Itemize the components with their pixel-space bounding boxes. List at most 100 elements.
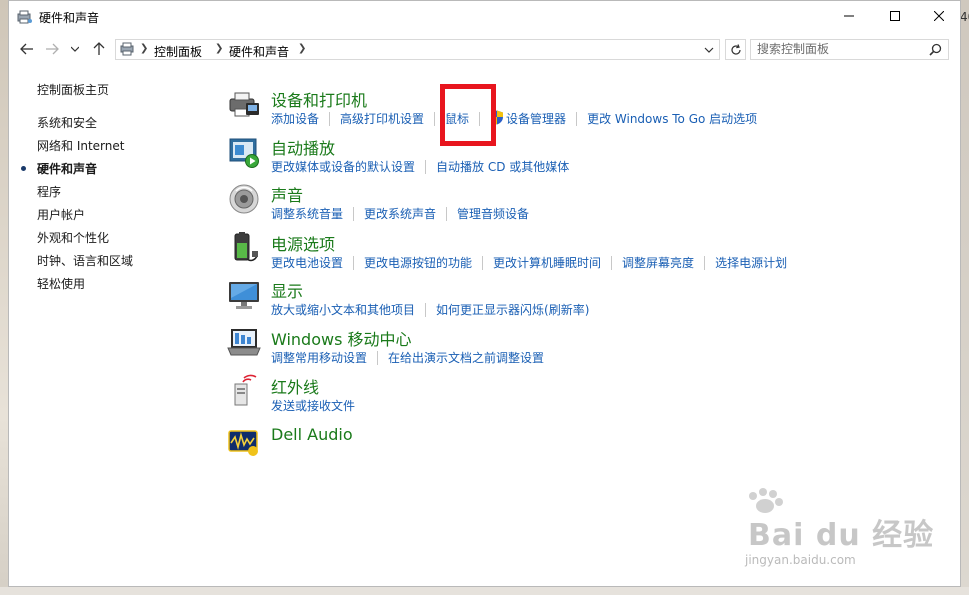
arrow-right-icon [46, 43, 59, 55]
breadcrumb-separator[interactable]: ❯ [215, 43, 223, 54]
arrow-up-icon [93, 42, 105, 55]
breadcrumb-control-panel[interactable]: 控制面板 [154, 43, 202, 60]
category-title[interactable]: 显示 [271, 278, 303, 302]
title-bar[interactable]: 硬件和声音 [9, 1, 960, 33]
category-title[interactable]: 电源选项 [271, 231, 335, 255]
minimize-icon [844, 15, 854, 17]
sidebar-item-network-internet[interactable]: 网络和 Internet [37, 137, 124, 154]
link-common-mobility-settings[interactable]: 调整常用移动设置 [271, 349, 367, 366]
category-title[interactable]: 声音 [271, 182, 303, 206]
control-panel-icon [120, 42, 136, 59]
category-links: 发送或接收文件 [271, 397, 355, 414]
mobility-center-icon [227, 329, 261, 356]
desktop-background-left [0, 0, 8, 595]
battery-icon [234, 232, 258, 262]
category-links: 更改媒体或设备的默认设置 自动播放 CD 或其他媒体 [271, 158, 569, 175]
watermark-brand: Bai du 经验 [748, 518, 935, 553]
category-title[interactable]: 自动播放 [271, 135, 335, 159]
link-advanced-printer-setup[interactable]: 高级打印机设置 [340, 110, 424, 127]
taskbar-edge [0, 587, 969, 595]
sidebar-item-ease-of-access[interactable]: 轻松使用 [37, 275, 85, 292]
link-choose-power-plan[interactable]: 选择电源计划 [715, 254, 787, 271]
chevron-down-icon [704, 47, 714, 53]
link-manage-audio-devices[interactable]: 管理音频设备 [457, 205, 529, 222]
maximize-button[interactable] [872, 1, 918, 31]
sidebar-item-clock-region[interactable]: 时钟、语言和区域 [37, 252, 133, 269]
maximize-icon [890, 11, 900, 21]
link-resize-text[interactable]: 放大或缩小文本和其他项目 [271, 301, 415, 318]
search-box[interactable] [750, 39, 949, 60]
breadcrumb-hardware-sound[interactable]: 硬件和声音 [229, 43, 289, 60]
breadcrumb-separator[interactable]: ❯ [140, 43, 148, 54]
category-title[interactable]: 红外线 [271, 374, 319, 398]
category-devices-printers: 设备和打印机 添加设备 高级打印机设置 鼠标 设备管理器 更改 Windows … [227, 87, 927, 133]
printer-icon [229, 92, 259, 117]
arrow-left-icon [20, 43, 33, 55]
close-button[interactable] [916, 1, 962, 31]
desktop-background-right [961, 0, 969, 595]
category-autoplay: 自动播放 更改媒体或设备的默认设置 自动播放 CD 或其他媒体 [227, 135, 927, 181]
link-add-device[interactable]: 添加设备 [271, 110, 319, 127]
watermark-url: jingyan.baidu.com [745, 553, 856, 567]
link-power-button-function[interactable]: 更改电源按钮的功能 [364, 254, 472, 271]
category-infrared: 红外线 发送或接收文件 [227, 374, 927, 420]
category-title[interactable]: Windows 移动中心 [271, 326, 412, 350]
category-links: 放大或缩小文本和其他项目 如何更正显示器闪烁(刷新率) [271, 301, 589, 318]
category-links: 添加设备 高级打印机设置 鼠标 设备管理器 更改 Windows To Go 启… [271, 110, 757, 127]
mouse-link-highlight [440, 84, 496, 146]
sidebar-item-hardware-sound[interactable]: 硬件和声音 [21, 160, 97, 177]
link-divider [353, 206, 355, 221]
link-divider [611, 255, 613, 270]
link-send-receive-files[interactable]: 发送或接收文件 [271, 397, 355, 414]
address-bar[interactable]: ❯ 控制面板 ❯ 硬件和声音 ❯ [115, 39, 720, 60]
link-adjust-volume[interactable]: 调整系统音量 [271, 205, 343, 222]
link-change-system-sounds[interactable]: 更改系统声音 [364, 205, 436, 222]
active-bullet-icon [21, 166, 26, 171]
link-divider [576, 111, 578, 126]
category-links: 调整常用移动设置 在给出演示文档之前调整设置 [271, 349, 544, 366]
sidebar-item-control-panel-home[interactable]: 控制面板主页 [37, 81, 109, 98]
link-divider [329, 111, 331, 126]
link-autoplay-cd[interactable]: 自动播放 CD 或其他媒体 [436, 158, 569, 175]
sidebar-item-system-security[interactable]: 系统和安全 [37, 114, 97, 131]
minimize-button[interactable] [826, 1, 872, 31]
monitor-icon [229, 282, 259, 309]
link-windows-to-go[interactable]: 更改 Windows To Go 启动选项 [587, 110, 757, 127]
refresh-button[interactable] [725, 39, 746, 60]
link-divider [704, 255, 706, 270]
sidebar-item-programs[interactable]: 程序 [37, 183, 61, 200]
category-links: 调整系统音量 更改系统声音 管理音频设备 [271, 205, 529, 222]
category-links: 更改电池设置 更改电源按钮的功能 更改计算机睡眠时间 调整屏幕亮度 选择电源计划 [271, 254, 787, 271]
link-divider [377, 350, 379, 365]
dell-audio-icon [228, 430, 258, 456]
recent-locations-button[interactable] [65, 39, 85, 59]
sidebar-item-user-accounts[interactable]: 用户帐户 [37, 206, 85, 223]
sidebar-item-appearance[interactable]: 外观和个性化 [37, 229, 109, 246]
category-power-options: 电源选项 更改电池设置 更改电源按钮的功能 更改计算机睡眠时间 调整屏幕亮度 选… [227, 231, 927, 277]
search-icon[interactable] [929, 43, 942, 59]
category-display: 显示 放大或缩小文本和其他项目 如何更正显示器闪烁(刷新率) [227, 278, 927, 324]
link-divider [482, 255, 484, 270]
link-divider [353, 255, 355, 270]
forward-button[interactable] [42, 39, 62, 59]
back-button[interactable] [17, 39, 37, 59]
link-divider [425, 159, 427, 174]
category-mobility-center: Windows 移动中心 调整常用移动设置 在给出演示文档之前调整设置 [227, 326, 927, 372]
link-device-manager[interactable]: 设备管理器 [490, 110, 566, 127]
navigation-bar: ❯ 控制面板 ❯ 硬件和声音 ❯ [9, 35, 962, 63]
link-change-sleep-time[interactable]: 更改计算机睡眠时间 [493, 254, 601, 271]
link-change-media-defaults[interactable]: 更改媒体或设备的默认设置 [271, 158, 415, 175]
search-input[interactable] [757, 42, 917, 56]
control-panel-window: 硬件和声音 ❯ 控制面板 ❯ 硬件和声音 ❯ 搜索控制面板 控制面板主页 系统和… [8, 0, 961, 587]
link-divider [446, 206, 448, 221]
link-change-battery-settings[interactable]: 更改电池设置 [271, 254, 343, 271]
breadcrumb-separator[interactable]: ❯ [298, 43, 306, 54]
category-title[interactable]: 设备和打印机 [271, 87, 367, 111]
link-fix-flicker[interactable]: 如何更正显示器闪烁(刷新率) [436, 301, 589, 318]
up-button[interactable] [89, 39, 109, 59]
link-adjust-brightness[interactable]: 调整屏幕亮度 [622, 254, 694, 271]
category-title[interactable]: Dell Audio [271, 425, 353, 444]
link-divider [434, 111, 436, 126]
link-presentation-settings[interactable]: 在给出演示文档之前调整设置 [388, 349, 544, 366]
address-dropdown-button[interactable] [704, 43, 714, 57]
